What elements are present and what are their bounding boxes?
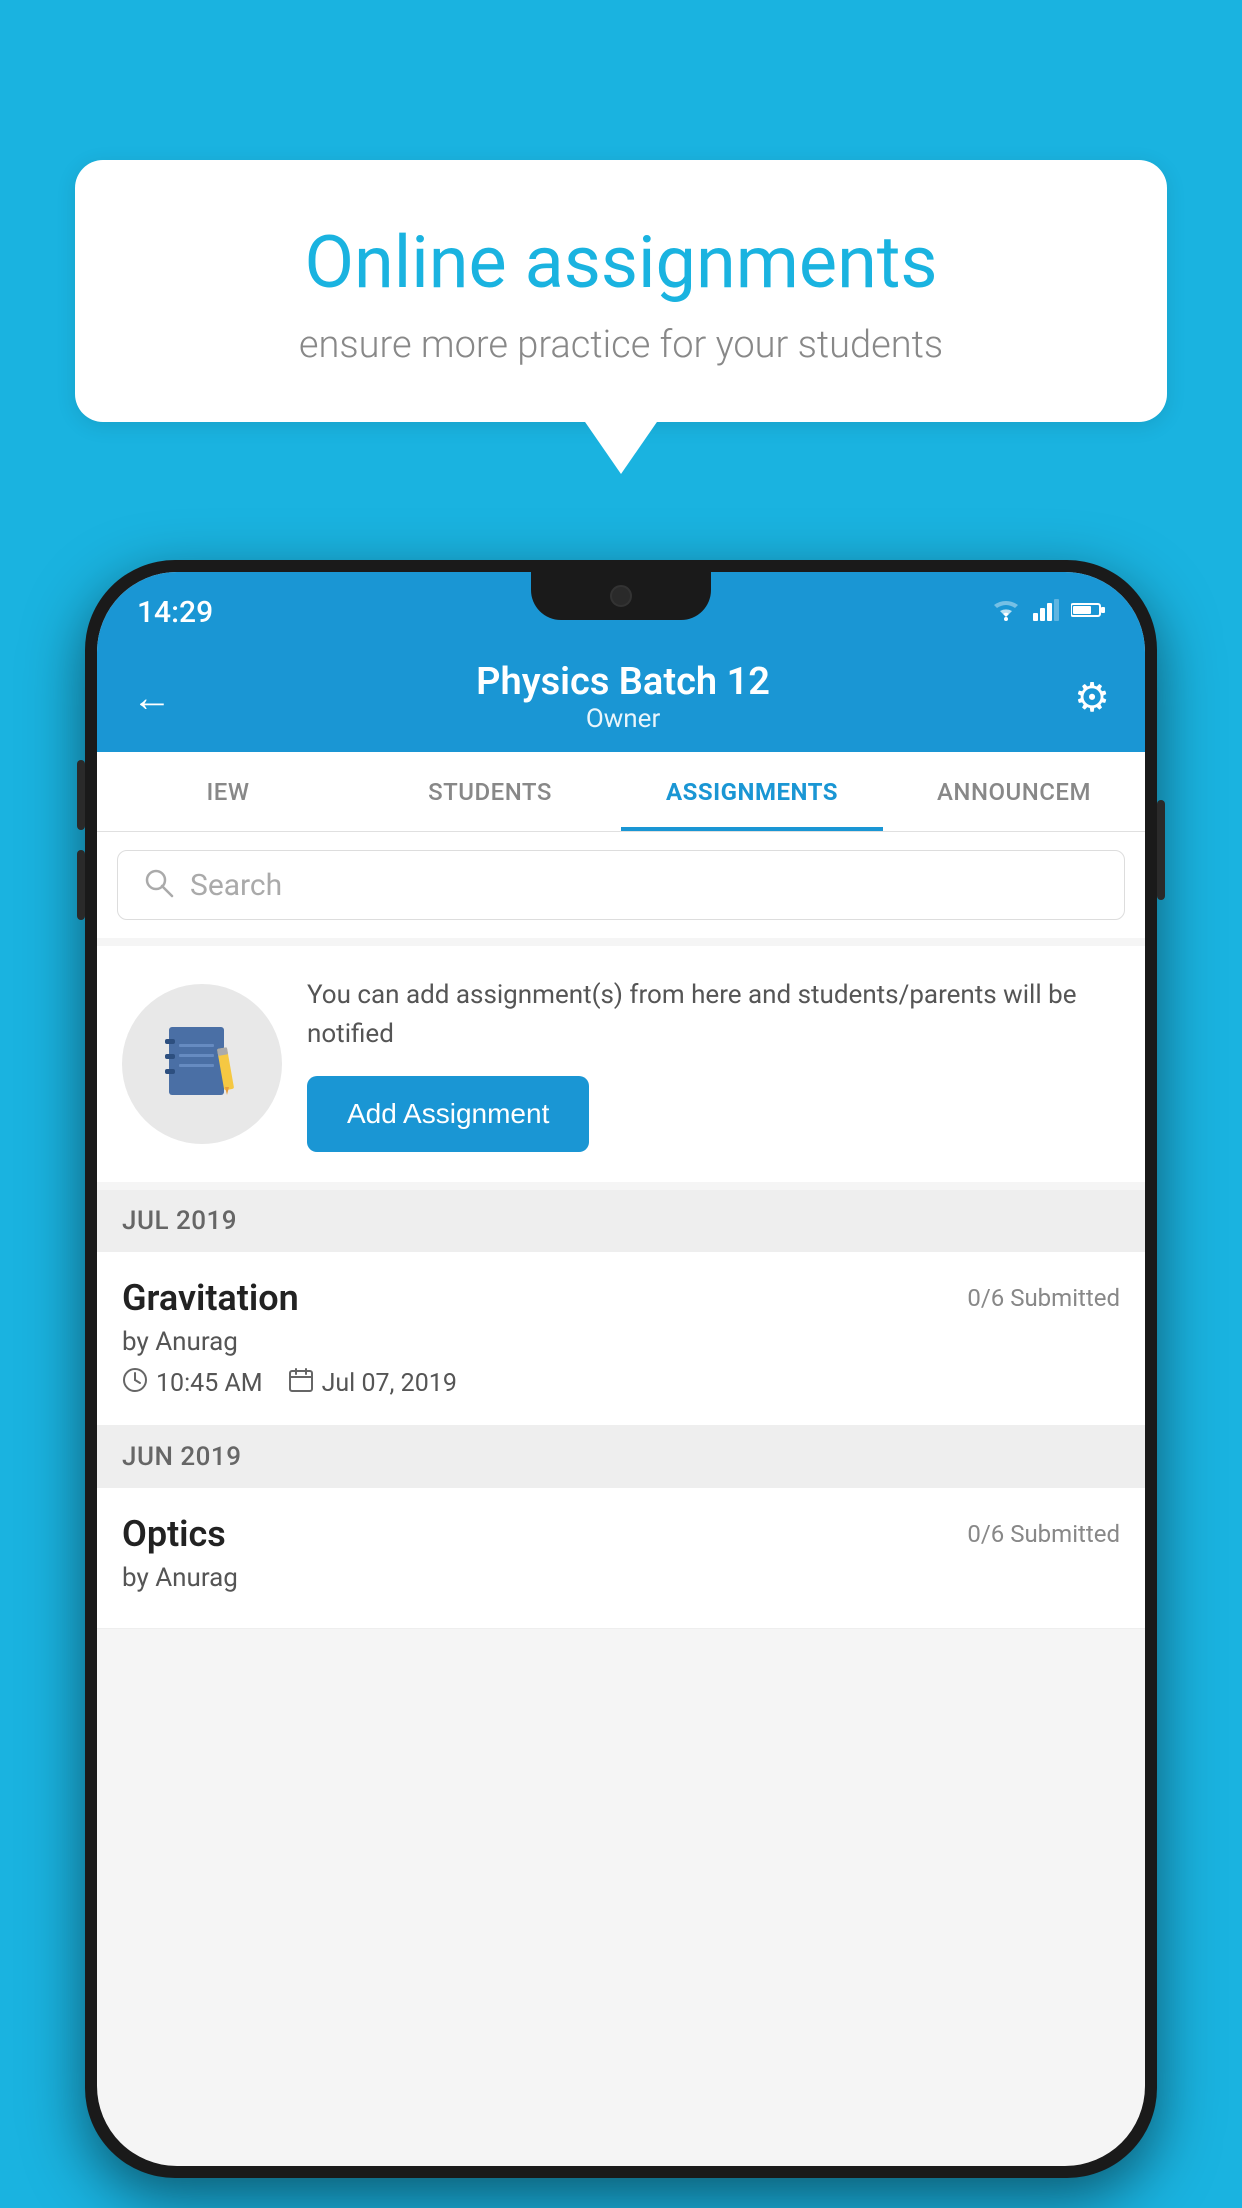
assignment-time-gravitation: 10:45 AM: [122, 1367, 263, 1400]
back-button[interactable]: ←: [132, 674, 172, 721]
settings-icon[interactable]: ⚙: [1074, 674, 1110, 721]
assignment-row1-optics: Optics 0/6 Submitted: [122, 1513, 1120, 1555]
tab-assignments[interactable]: ASSIGNMENTS: [621, 752, 883, 831]
assignment-time-value: 10:45 AM: [156, 1369, 263, 1398]
status-time: 14:29: [137, 595, 213, 630]
phone-outer: 14:29: [85, 560, 1157, 2178]
notebook-icon: [157, 1019, 247, 1109]
power-button: [1157, 800, 1165, 900]
tab-students[interactable]: STUDENTS: [359, 752, 621, 831]
header-subtitle: Owner: [476, 704, 770, 734]
phone-wrapper: 14:29: [85, 560, 1157, 2178]
assignment-name-optics: Optics: [122, 1513, 226, 1555]
volume-down-button: [77, 850, 85, 920]
assignment-submitted-optics: 0/6 Submitted: [967, 1520, 1120, 1548]
search-container: Search: [97, 832, 1145, 938]
search-icon: [143, 867, 175, 903]
month-header-jun: JUN 2019: [97, 1426, 1145, 1488]
tab-announcements[interactable]: ANNOUNCEM: [883, 752, 1145, 831]
battery-icon: [1071, 601, 1105, 623]
info-card: You can add assignment(s) from here and …: [97, 946, 1145, 1182]
assignment-item-optics[interactable]: Optics 0/6 Submitted by Anurag: [97, 1488, 1145, 1629]
phone-notch: [531, 572, 711, 620]
tabs-bar: IEW STUDENTS ASSIGNMENTS ANNOUNCEM: [97, 752, 1145, 832]
assignment-date-gravitation: Jul 07, 2019: [288, 1367, 457, 1400]
month-header-jul: JUL 2019: [97, 1190, 1145, 1252]
assignment-by-optics: by Anurag: [122, 1563, 1120, 1593]
phone-screen: 14:29: [97, 572, 1145, 2166]
assignment-submitted-gravitation: 0/6 Submitted: [967, 1284, 1120, 1312]
search-bar[interactable]: Search: [117, 850, 1125, 920]
signal-icon: [1033, 599, 1059, 625]
tab-iew[interactable]: IEW: [97, 752, 359, 831]
speech-bubble-container: Online assignments ensure more practice …: [75, 160, 1167, 422]
speech-bubble: Online assignments ensure more practice …: [75, 160, 1167, 422]
front-camera: [610, 585, 632, 607]
assignment-item-gravitation[interactable]: Gravitation 0/6 Submitted by Anurag: [97, 1252, 1145, 1426]
calendar-icon: [288, 1367, 314, 1400]
status-icons: [991, 599, 1105, 625]
app-header: ← Physics Batch 12 Owner ⚙: [97, 642, 1145, 752]
assignment-date-value: Jul 07, 2019: [322, 1369, 457, 1398]
volume-up-button: [77, 760, 85, 830]
speech-bubble-title: Online assignments: [145, 220, 1097, 305]
info-card-right: You can add assignment(s) from here and …: [307, 976, 1120, 1152]
header-title-group: Physics Batch 12 Owner: [476, 660, 770, 734]
wifi-icon: [991, 599, 1021, 625]
notebook-icon-circle: [122, 984, 282, 1144]
assignment-row1: Gravitation 0/6 Submitted: [122, 1277, 1120, 1319]
search-placeholder: Search: [190, 868, 282, 903]
assignment-name-gravitation: Gravitation: [122, 1277, 299, 1319]
speech-bubble-subtitle: ensure more practice for your students: [145, 323, 1097, 367]
info-card-text: You can add assignment(s) from here and …: [307, 976, 1120, 1054]
clock-icon: [122, 1367, 148, 1400]
assignment-meta-gravitation: 10:45 AM Jul 07, 2019: [122, 1367, 1120, 1400]
add-assignment-button[interactable]: Add Assignment: [307, 1076, 589, 1152]
assignment-by-gravitation: by Anurag: [122, 1327, 1120, 1357]
header-title: Physics Batch 12: [476, 660, 770, 704]
